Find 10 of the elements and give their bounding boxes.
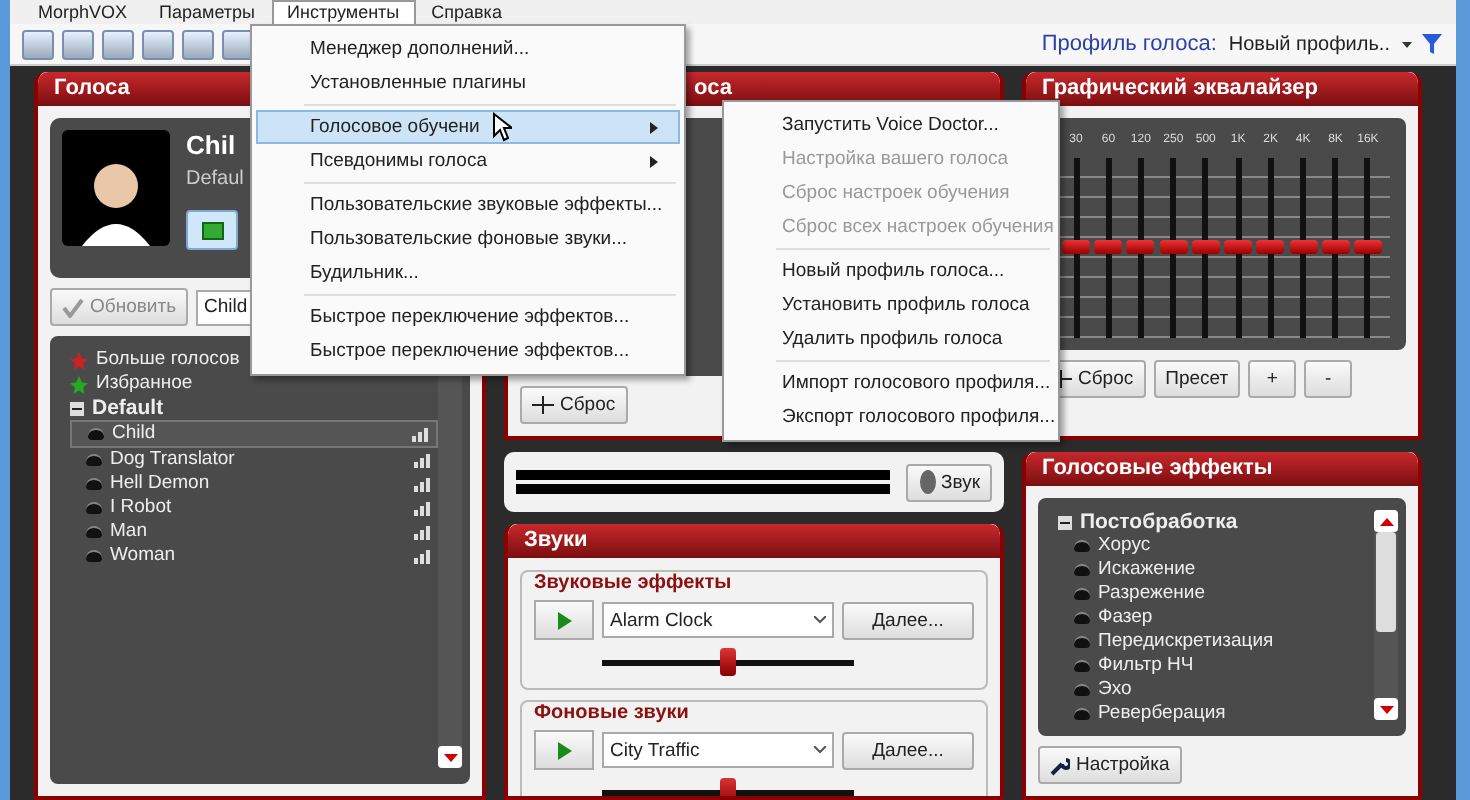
group-label: Постобработка bbox=[1080, 510, 1238, 534]
panel-title: Звуки bbox=[508, 524, 1000, 558]
group-title: Звуковые эффекты bbox=[534, 572, 734, 594]
voice-name: Chil bbox=[186, 130, 238, 160]
profile-label: Профиль голоса: bbox=[1041, 32, 1217, 56]
panel-title: Голосовые эффекты bbox=[1026, 452, 1418, 486]
voice-group: Defaul bbox=[186, 168, 244, 190]
group-title: Фоновые звуки bbox=[534, 702, 691, 724]
group-label: Default bbox=[92, 396, 164, 420]
panel-title: Графический эквалайзер bbox=[1026, 72, 1418, 106]
